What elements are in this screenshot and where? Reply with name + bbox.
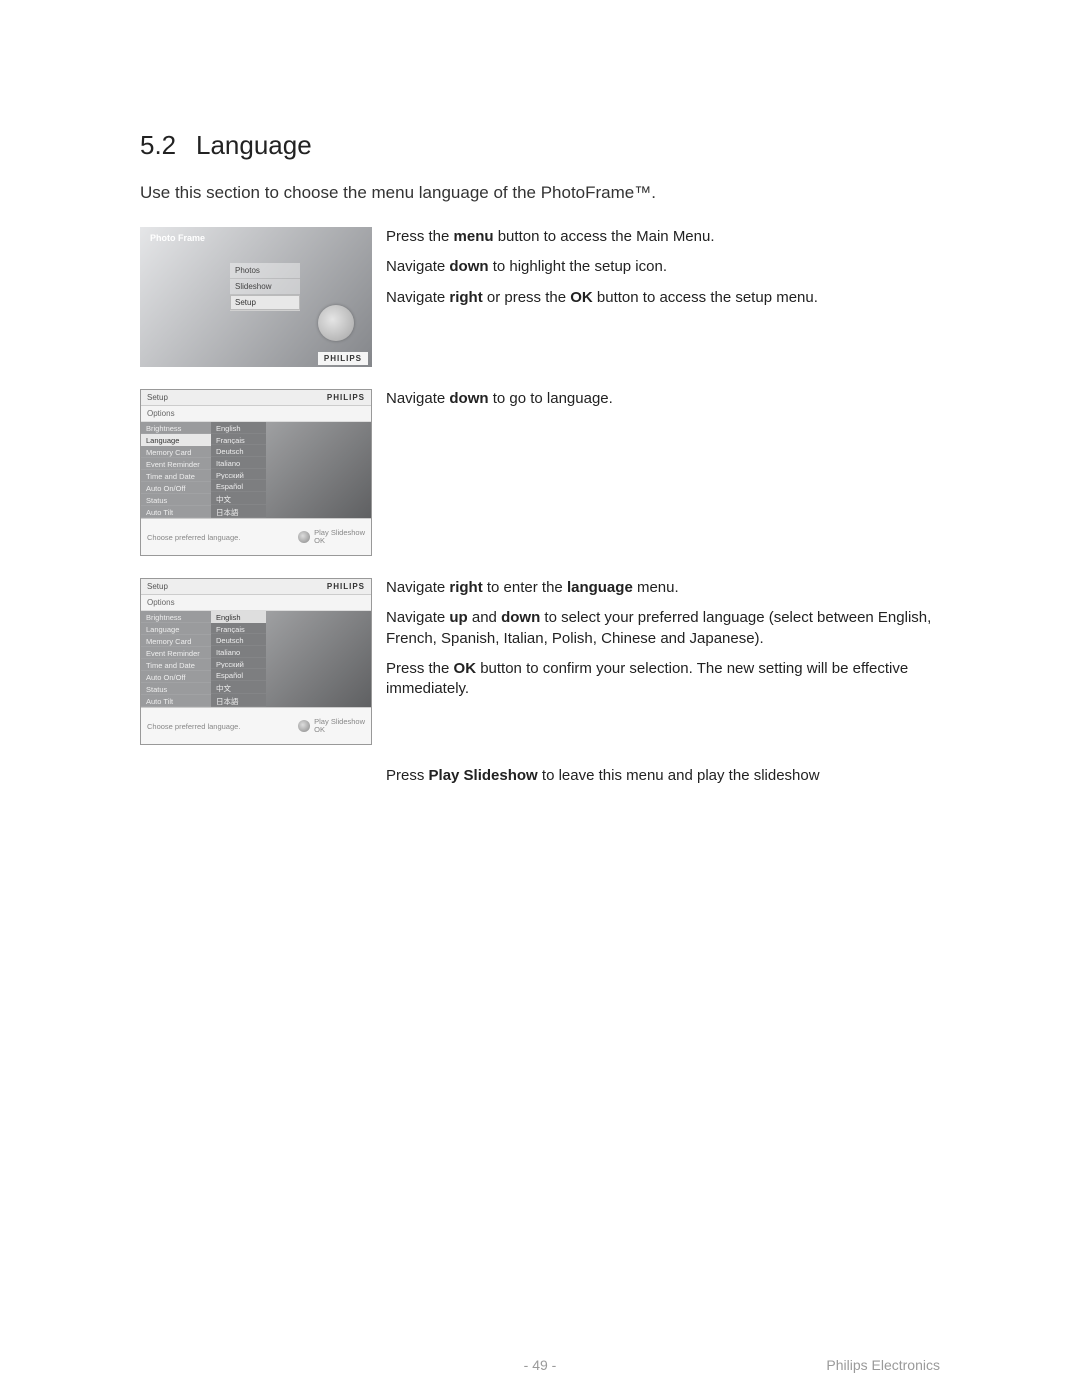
step-row-1: Photo Frame Photos Slideshow Setup PHILI… — [140, 227, 940, 367]
philips-logo: PHILIPS — [327, 393, 365, 402]
menu-item-setup: Setup — [230, 295, 300, 311]
setup-left-column: Brightness Language Memory Card Event Re… — [141, 422, 211, 518]
philips-logo: PHILIPS — [318, 352, 368, 365]
intro-text: Use this section to choose the menu lang… — [140, 183, 940, 203]
step-row-2: Setup PHILIPS Options Brightness Languag… — [140, 389, 940, 556]
menu-item-photos: Photos — [230, 263, 300, 279]
setup-item-language: Language — [141, 623, 211, 635]
preview-area — [266, 611, 371, 707]
language-list: English Français Deutsch Italiano Русски… — [211, 422, 266, 518]
setup-menu-language-list: Setup PHILIPS Options Brightness Languag… — [140, 578, 372, 745]
section-title: Language — [196, 130, 312, 160]
setup-item-language: Language — [141, 434, 211, 446]
setup-title: Setup — [147, 582, 168, 591]
setup-menu-language-highlight: Setup PHILIPS Options Brightness Languag… — [140, 389, 372, 556]
nav-control: Play Slideshow OK — [298, 529, 365, 546]
step-row-3: Setup PHILIPS Options Brightness Languag… — [140, 578, 940, 745]
options-label: Options — [141, 406, 371, 422]
screenshot-3: Setup PHILIPS Options Brightness Languag… — [140, 578, 372, 745]
hint-text: Choose preferred language. — [147, 722, 240, 731]
footer-brand: Philips Electronics — [826, 1357, 940, 1373]
section-number: 5.2 — [140, 130, 196, 161]
hint-text: Choose preferred language. — [147, 533, 240, 542]
photoframe-main-menu: Photo Frame Photos Slideshow Setup PHILI… — [140, 227, 372, 367]
page-number: - 49 - — [524, 1357, 557, 1373]
lang-english: English — [211, 611, 266, 623]
screenshot-2: Setup PHILIPS Options Brightness Languag… — [140, 389, 372, 556]
step1-text: Press the menu button to access the Main… — [386, 227, 940, 318]
options-label: Options — [141, 595, 371, 611]
joystick-icon — [298, 531, 310, 543]
language-list: English Français Deutsch Italiano Русски… — [211, 611, 266, 707]
manual-page: 5.2Language Use this section to choose t… — [0, 0, 1080, 1397]
step3-text: Navigate right to enter the language men… — [386, 578, 940, 709]
main-menu-list: Photos Slideshow Setup — [230, 263, 300, 311]
preview-area — [266, 422, 371, 518]
section-heading: 5.2Language — [140, 130, 940, 161]
setup-title: Setup — [147, 393, 168, 402]
joystick-icon — [298, 720, 310, 732]
gear-icon — [318, 305, 354, 341]
closing-note: Press Play Slideshow to leave this menu … — [386, 767, 940, 784]
frame-title: Photo Frame — [150, 233, 205, 243]
setup-left-column: Brightness Language Memory Card Event Re… — [141, 611, 211, 707]
screenshot-1: Photo Frame Photos Slideshow Setup PHILI… — [140, 227, 372, 367]
menu-item-slideshow: Slideshow — [230, 279, 300, 295]
nav-control: Play Slideshow OK — [298, 718, 365, 735]
step2-text: Navigate down to go to language. — [386, 389, 940, 419]
philips-logo: PHILIPS — [327, 582, 365, 591]
